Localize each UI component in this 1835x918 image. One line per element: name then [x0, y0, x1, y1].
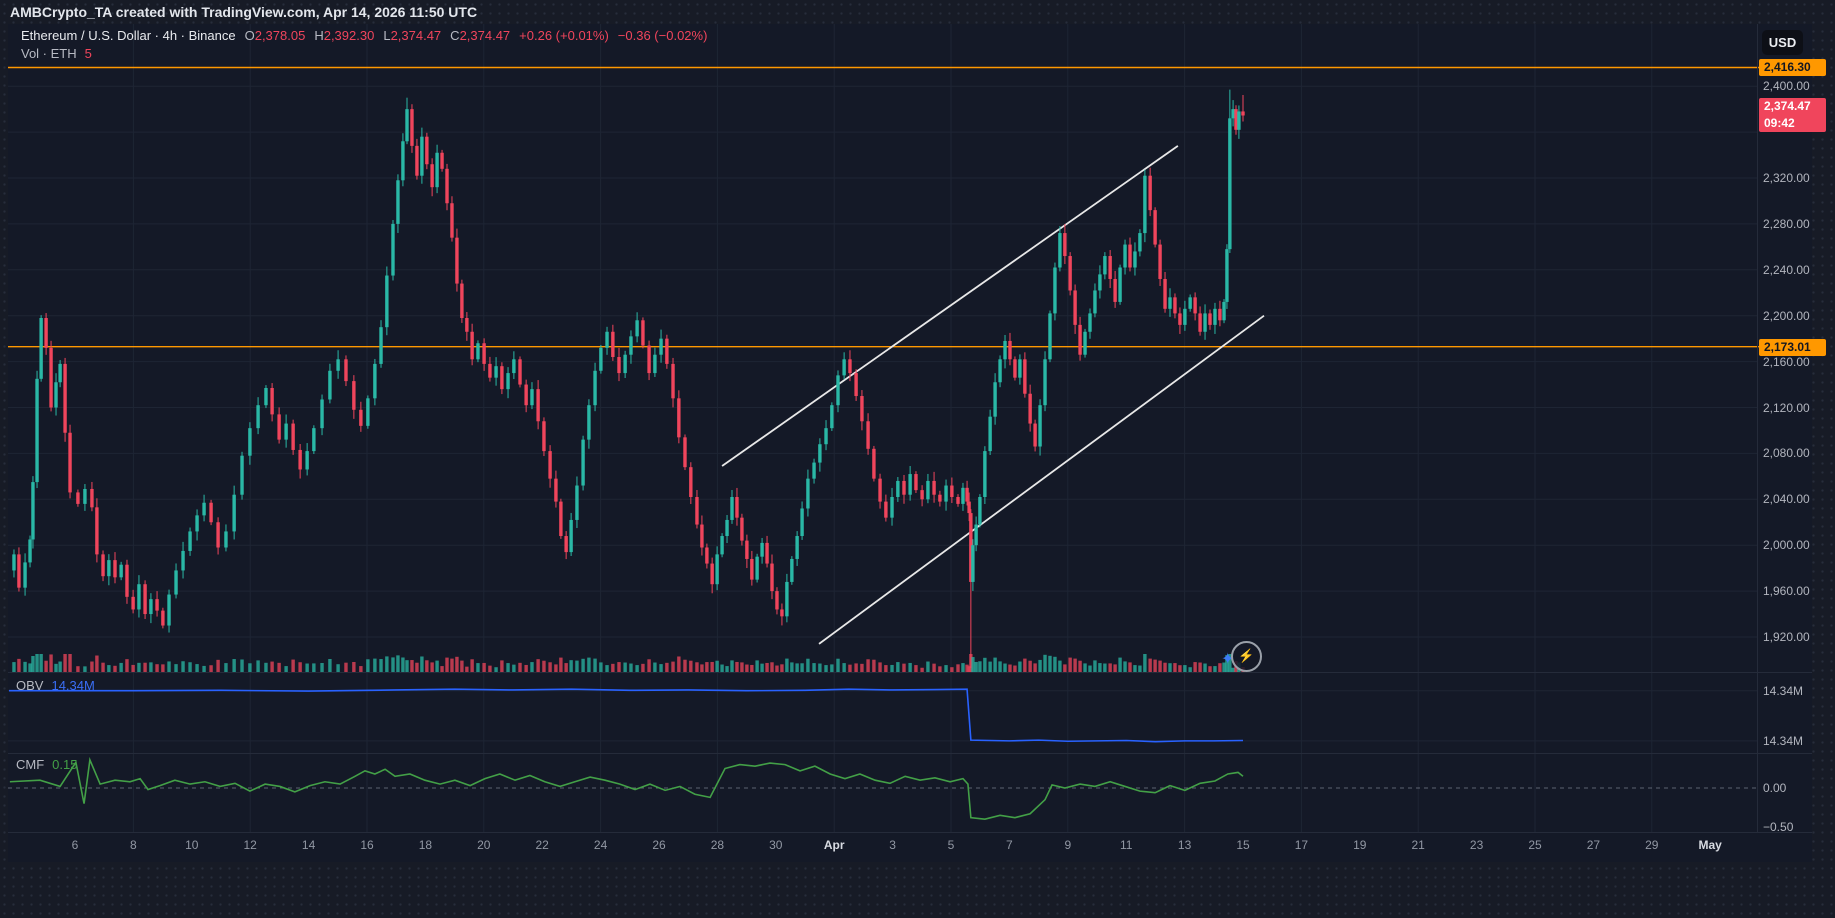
symbol-legend[interactable]: Ethereum / U.S. Dollar · 4h · BinanceO2,…	[21, 28, 707, 43]
volume-label: Vol · ETH	[21, 46, 77, 61]
change-value: +0.26 (+0.01%)	[519, 28, 609, 43]
price-axis-label[interactable]: 2,240.00	[1763, 263, 1833, 277]
volume-series	[12, 654, 1244, 672]
time-axis-label[interactable]: May	[1690, 838, 1730, 852]
currency-usd-button[interactable]: USD	[1762, 30, 1803, 55]
horizontal-price-lines	[8, 67, 1812, 346]
price-axis-label[interactable]: 1,960.00	[1763, 584, 1833, 598]
time-axis-label[interactable]: 20	[464, 838, 504, 852]
time-axis-label[interactable]: 11	[1106, 838, 1146, 852]
time-axis-label[interactable]: 10	[172, 838, 212, 852]
time-axis-label[interactable]: 12	[230, 838, 270, 852]
time-axis-label[interactable]: 26	[639, 838, 679, 852]
open-value: 2,378.05	[255, 28, 306, 43]
time-axis-label[interactable]: 9	[1048, 838, 1088, 852]
time-axis-label[interactable]: 22	[522, 838, 562, 852]
hline-price-badge-top[interactable]: 2,416.30	[1759, 59, 1826, 76]
lightning-bolt-icon[interactable]: ⚡	[1231, 641, 1262, 672]
price-axis-label[interactable]: 1,920.00	[1763, 630, 1833, 644]
bar-change-value: −0.36 (−0.02%)	[618, 28, 708, 43]
price-axis-label[interactable]: 2,000.00	[1763, 538, 1833, 552]
obv-axis-label[interactable]: 14.34M	[1763, 734, 1833, 748]
last-price-value: 2,374.47	[1764, 98, 1826, 115]
grid-lines	[8, 24, 1757, 832]
obv-indicator-legend[interactable]: OBV 14.34M	[16, 678, 95, 693]
price-axis-label[interactable]: 2,200.00	[1763, 309, 1833, 323]
time-axis-label[interactable]: 23	[1457, 838, 1497, 852]
last-price-badge[interactable]: 2,374.47 09:42	[1759, 98, 1826, 132]
time-axis-label[interactable]: 6	[55, 838, 95, 852]
cmf-value: 0.15	[52, 757, 77, 772]
time-axis-label[interactable]: 19	[1340, 838, 1380, 852]
time-axis-label[interactable]: 15	[1223, 838, 1263, 852]
time-axis-label[interactable]: 13	[1165, 838, 1205, 852]
close-label: C	[450, 28, 459, 43]
candlestick-series	[12, 90, 1244, 668]
time-axis-label[interactable]: 7	[989, 838, 1029, 852]
volume-value: 5	[85, 46, 92, 61]
obv-value: 14.34M	[51, 678, 94, 693]
time-axis-label[interactable]: 3	[873, 838, 913, 852]
price-axis-label[interactable]: 2,320.00	[1763, 171, 1833, 185]
price-axis-label[interactable]: 2,280.00	[1763, 217, 1833, 231]
bottom-toolbar: TradingView	[0, 862, 1835, 918]
high-label: H	[314, 28, 323, 43]
time-axis-label[interactable]: Apr	[814, 838, 854, 852]
bar-countdown: 09:42	[1764, 115, 1826, 132]
time-axis-label[interactable]: 17	[1281, 838, 1321, 852]
open-label: O	[245, 28, 255, 43]
high-value: 2,392.30	[324, 28, 375, 43]
price-axis-label[interactable]: 2,160.00	[1763, 355, 1833, 369]
time-axis-label[interactable]: 27	[1573, 838, 1613, 852]
price-axis-label[interactable]: 2,040.00	[1763, 492, 1833, 506]
channel-lower-line[interactable]	[819, 316, 1264, 644]
cmf-line	[8, 760, 1757, 819]
symbol-title: Ethereum / U.S. Dollar · 4h · Binance	[21, 28, 236, 43]
low-value: 2,374.47	[391, 28, 442, 43]
cmf-indicator-legend[interactable]: CMF 0.15	[16, 757, 77, 772]
time-axis-label[interactable]: 25	[1515, 838, 1555, 852]
tradingview-screenshot: AMBCrypto_TA created with TradingView.co…	[0, 0, 1835, 918]
watermark-text: AMBCrypto_TA created with TradingView.co…	[0, 0, 1835, 24]
time-axis-label[interactable]: 8	[113, 838, 153, 852]
time-axis-label[interactable]: 21	[1398, 838, 1438, 852]
price-axis-label[interactable]: 2,080.00	[1763, 446, 1833, 460]
price-axis-label[interactable]: 2,120.00	[1763, 401, 1833, 415]
cmf-name: CMF	[16, 757, 44, 772]
cmf-axis-label[interactable]: −0.50	[1763, 820, 1833, 834]
chart-canvas	[0, 0, 1835, 918]
trend-channel	[722, 146, 1264, 644]
obv-line	[9, 689, 1243, 741]
time-axis-label[interactable]: 16	[347, 838, 387, 852]
hline-price-badge-mid[interactable]: 2,173.01	[1759, 339, 1826, 356]
time-axis-label[interactable]: 30	[756, 838, 796, 852]
time-axis-label[interactable]: 24	[581, 838, 621, 852]
cmf-axis-label[interactable]: 0.00	[1763, 781, 1833, 795]
obv-name: OBV	[16, 678, 43, 693]
time-axis-label[interactable]: 5	[931, 838, 971, 852]
price-axis-label[interactable]: 2,400.00	[1763, 79, 1833, 93]
volume-legend[interactable]: Vol · ETH 5	[21, 46, 92, 61]
time-axis-label[interactable]: 29	[1632, 838, 1672, 852]
time-axis-label[interactable]: 18	[405, 838, 445, 852]
close-value: 2,374.47	[460, 28, 511, 43]
low-label: L	[383, 28, 390, 43]
time-axis-label[interactable]: 14	[289, 838, 329, 852]
channel-upper-line[interactable]	[722, 146, 1178, 466]
time-axis-label[interactable]: 28	[697, 838, 737, 852]
obv-axis-label[interactable]: 14.34M	[1763, 684, 1833, 698]
